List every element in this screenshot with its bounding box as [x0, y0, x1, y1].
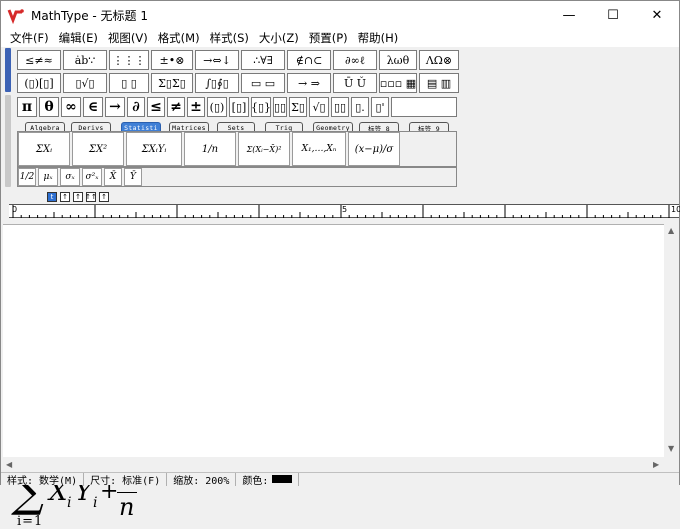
menu-preferences[interactable]: 预置(P): [304, 30, 353, 46]
status-zoom: 缩放: 200%: [167, 472, 237, 487]
template-x-bar[interactable]: X̄: [104, 168, 122, 186]
symbol-arrow-button[interactable]: →: [105, 97, 125, 117]
horizontal-scrollbar[interactable]: ◀ ▶: [3, 457, 664, 472]
menu-file[interactable]: 文件(F): [5, 30, 54, 46]
symbol-infinity-button[interactable]: ∞: [61, 97, 81, 117]
size-up-button[interactable]: ↑: [60, 192, 70, 202]
status-style: 样式: 数学(M): [1, 472, 85, 487]
equation-editor-area[interactable]: n ∑ i=1 X i Y i + 1 n: [3, 224, 664, 529]
empty-slot[interactable]: [391, 97, 457, 117]
palette-embellishments-button[interactable]: ⋮⋮⋮: [109, 50, 149, 70]
size-up4-button[interactable]: ↑: [99, 192, 109, 202]
template-superscript-button[interactable]: ▯▯: [331, 97, 349, 117]
term-y-subscript: i: [93, 495, 98, 511]
template-braces-button[interactable]: {▯}: [251, 97, 271, 117]
size-up3-button[interactable]: ↑↑: [85, 192, 97, 202]
symbol-element-button[interactable]: ∈: [83, 97, 103, 117]
menu-style[interactable]: 样式(S): [205, 30, 254, 46]
term-x-subscript: i: [67, 495, 72, 511]
status-color-label: 颜色:: [242, 475, 269, 487]
template-sum-button[interactable]: Σ▯: [289, 97, 307, 117]
template-brackets-button[interactable]: [▯]: [229, 97, 249, 117]
template-fraction-button[interactable]: ▯▯: [273, 97, 287, 117]
status-color: 颜色:: [236, 472, 300, 487]
window-controls: — ☐ ✕: [547, 1, 679, 29]
template-sigma-x[interactable]: σₓ: [60, 168, 80, 186]
palette-arrows-button[interactable]: →⇔↓: [195, 50, 239, 70]
scroll-left-icon[interactable]: ◀: [6, 460, 12, 469]
palette-fractions-button[interactable]: ▯√▯: [63, 73, 107, 93]
vertical-scrollbar[interactable]: ▲ ▼: [664, 224, 679, 457]
menu-size[interactable]: 大小(Z): [254, 30, 304, 46]
menu-edit[interactable]: 编辑(E): [54, 30, 103, 46]
template-y-bar[interactable]: Ȳ: [124, 168, 142, 186]
template-sum-x[interactable]: ΣXᵢ: [18, 132, 70, 166]
palette-bars-button[interactable]: ▭ ▭: [241, 73, 285, 93]
symbol-neq-button[interactable]: ≠: [167, 97, 185, 117]
palette-misc-button[interactable]: ∂∞ℓ: [333, 50, 377, 70]
size-text-button[interactable]: t: [47, 192, 57, 202]
maximize-icon[interactable]: ☐: [591, 1, 635, 29]
template-sum-squared-deviation[interactable]: Σ(Xᵢ−X̄)²: [238, 132, 290, 166]
template-half[interactable]: 1/2: [18, 168, 36, 186]
palette-boxes-button[interactable]: ▤ ▥: [419, 73, 459, 93]
color-swatch: [272, 475, 293, 483]
template-prime-button[interactable]: ▯': [371, 97, 389, 117]
symbol-pi-button[interactable]: π: [17, 97, 37, 117]
ruler[interactable]: 0 5 10: [9, 204, 680, 218]
scroll-down-icon[interactable]: ▼: [668, 444, 674, 453]
template-sqrt-button[interactable]: √▯: [309, 97, 329, 117]
size-up2-button[interactable]: ↑: [73, 192, 83, 202]
palette-products-button[interactable]: Ū Ǔ: [333, 73, 377, 93]
palette-relations-button[interactable]: ≤≠≈: [17, 50, 61, 70]
symbol-partial-button[interactable]: ∂: [127, 97, 145, 117]
title-bar: MathType - 无标题 1 — ☐ ✕: [1, 1, 679, 29]
toolbar-grip[interactable]: [5, 48, 11, 92]
status-size: 尺寸: 标准(F): [84, 472, 168, 487]
template-sequence[interactable]: X₁,…,Xₙ: [292, 132, 346, 166]
palette-matrices-button[interactable]: ▫▫▫ ▦: [379, 73, 417, 93]
sum-lower-limit: i=1: [17, 514, 44, 529]
template-sum-x-squared[interactable]: ΣX²: [72, 132, 124, 166]
template-subscript-button[interactable]: ▯.: [351, 97, 369, 117]
template-standardize[interactable]: (x−μ)/σ: [348, 132, 400, 166]
fraction-denominator: n: [119, 493, 135, 521]
template-sum-xy[interactable]: ΣXᵢYᵢ: [126, 132, 182, 166]
menu-format[interactable]: 格式(M): [153, 30, 205, 46]
menu-bar: 文件(F) 编辑(E) 视图(V) 格式(M) 样式(S) 大小(Z) 预置(P…: [1, 29, 679, 47]
symbol-leq-button[interactable]: ≤: [147, 97, 165, 117]
menu-view[interactable]: 视图(V): [103, 30, 153, 46]
scroll-up-icon[interactable]: ▲: [668, 226, 674, 235]
symbol-plusminus-button[interactable]: ±: [187, 97, 205, 117]
mathtype-window: MathType - 无标题 1 — ☐ ✕ 文件(F) 编辑(E) 视图(V)…: [0, 0, 680, 529]
palette-integrals-button[interactable]: ∫▯∮▯: [195, 73, 239, 93]
symbol-theta-button[interactable]: θ: [39, 97, 59, 117]
palette-greek-upper-button[interactable]: ΛΩ⊗: [419, 50, 459, 70]
close-icon[interactable]: ✕: [635, 1, 679, 29]
ruler-ticks: [12, 205, 670, 218]
template-one-over-n[interactable]: 1/n: [184, 132, 236, 166]
palette-sets-button[interactable]: ∉∩⊂: [287, 50, 331, 70]
template-sigma-squared-x[interactable]: σ²ₓ: [82, 168, 102, 186]
minimize-icon[interactable]: —: [547, 1, 591, 29]
mathtype-logo-icon: [7, 9, 24, 24]
window-title: MathType - 无标题 1: [31, 8, 148, 23]
palette-scripts-button[interactable]: ▯ ▯: [109, 73, 149, 93]
palette-greek-lower-button[interactable]: λωθ: [379, 50, 417, 70]
palette-fences-button[interactable]: (▯)[▯]: [17, 73, 61, 93]
palette-summation-button[interactable]: Σ▯Σ▯: [151, 73, 193, 93]
palette-operators-button[interactable]: ±•⊗: [151, 50, 193, 70]
palette-labeled-arrows-button[interactable]: → ⇒: [287, 73, 331, 93]
palette-spaces-button[interactable]: ȧb∵: [63, 50, 107, 70]
menu-help[interactable]: 帮助(H): [353, 30, 404, 46]
scroll-right-icon[interactable]: ▶: [653, 460, 659, 469]
toolbar-grip-lower[interactable]: [5, 95, 11, 187]
status-bar: 样式: 数学(M) 尺寸: 标准(F) 缩放: 200% 颜色:: [1, 472, 679, 487]
template-parens-button[interactable]: (▯): [207, 97, 227, 117]
template-mu-x[interactable]: μₓ: [38, 168, 58, 186]
palette-logic-button[interactable]: ∴∀∃: [241, 50, 285, 70]
